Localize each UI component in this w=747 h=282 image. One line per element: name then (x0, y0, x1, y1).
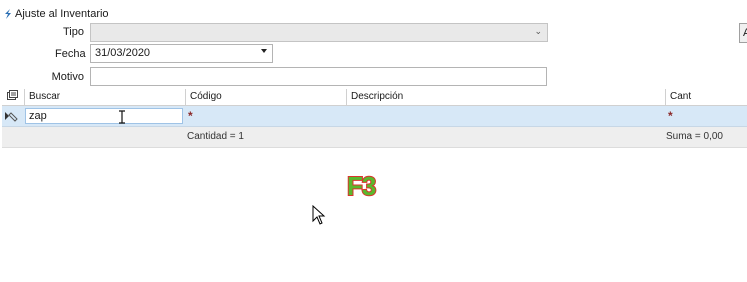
grid-footer: Cantidad = 1 Suma = 0,00 (2, 127, 747, 148)
codigo-cell[interactable]: * (188, 109, 193, 123)
fecha-label: Fecha (55, 48, 86, 60)
tipo-label: Tipo (63, 26, 84, 38)
tipo-dropdown[interactable]: ⌄ (90, 23, 548, 42)
grid-header: Buscar Código Descripción Cant (2, 89, 747, 106)
mouse-pointer-icon (312, 205, 326, 225)
chevron-down-icon[interactable]: ⌄ (534, 26, 542, 37)
ibeam-cursor-icon (119, 110, 125, 124)
cantidad-total: Cantidad = 1 (187, 131, 244, 142)
column-header-cant[interactable]: Cant (665, 89, 747, 105)
items-grid: Buscar Código Descripción Cant zap * * C… (2, 89, 747, 148)
table-row[interactable]: zap * * (2, 106, 747, 127)
side-action-button[interactable]: A (739, 23, 747, 43)
motivo-input[interactable] (90, 67, 547, 86)
row-edit-indicator-icon (5, 112, 18, 122)
key-hint-overlay: F3 (346, 171, 377, 201)
cant-cell[interactable]: * (668, 109, 673, 123)
fecha-date-picker[interactable]: 31/03/2020 (90, 44, 273, 63)
suma-total: Suma = 0,00 (666, 131, 723, 142)
window-title: Ajuste al Inventario (3, 7, 109, 21)
dropdown-arrow-icon[interactable] (261, 49, 267, 53)
window-title-text: Ajuste al Inventario (15, 8, 109, 20)
grid-columns-icon[interactable] (2, 89, 24, 105)
app-icon (5, 9, 11, 19)
fecha-value: 31/03/2020 (95, 47, 151, 59)
column-header-descripcion[interactable]: Descripción (346, 89, 665, 105)
column-header-codigo[interactable]: Código (185, 89, 346, 105)
motivo-label: Motivo (51, 71, 84, 83)
buscar-cell-input[interactable]: zap (25, 108, 183, 124)
column-header-buscar[interactable]: Buscar (24, 89, 185, 105)
